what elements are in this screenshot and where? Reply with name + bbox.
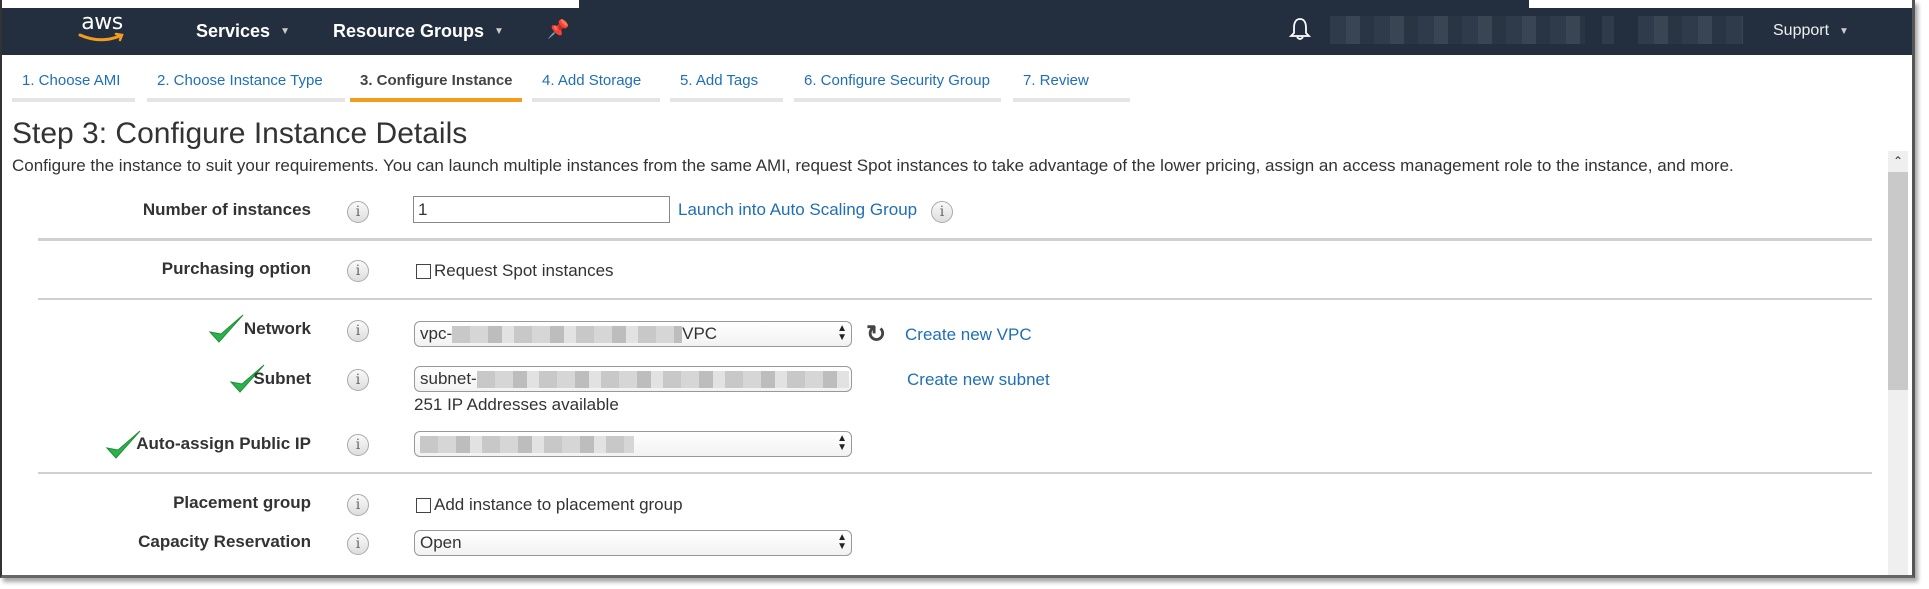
info-icon[interactable]: i bbox=[347, 320, 369, 342]
tab-review[interactable]: 7. Review bbox=[1013, 72, 1130, 102]
bell-icon[interactable] bbox=[1288, 16, 1312, 47]
info-icon[interactable]: i bbox=[347, 260, 369, 282]
info-icon[interactable]: i bbox=[347, 201, 369, 223]
placement-group-checkbox-label: Add instance to placement group bbox=[434, 495, 683, 514]
redacted-account bbox=[1330, 16, 1585, 44]
info-icon[interactable]: i bbox=[347, 369, 369, 391]
network-value-prefix: vpc- bbox=[420, 324, 453, 343]
support-menu[interactable]: Support ▼ bbox=[1773, 22, 1849, 40]
checkmark-icon bbox=[208, 314, 244, 343]
services-menu[interactable]: Services ▼ bbox=[196, 21, 290, 42]
request-spot-checkbox-row[interactable]: Request Spot instances bbox=[416, 261, 614, 281]
refresh-icon[interactable]: ↻ bbox=[866, 320, 886, 349]
capacity-reservation-label: Capacity Reservation bbox=[138, 532, 311, 551]
placement-group-checkbox[interactable] bbox=[416, 497, 431, 513]
auto-assign-public-ip-label: Auto-assign Public IP bbox=[136, 434, 311, 453]
tab-add-tags[interactable]: 5. Add Tags bbox=[670, 72, 783, 102]
placement-group-label: Placement group bbox=[173, 493, 311, 512]
tab-choose-ami[interactable]: 1. Choose AMI bbox=[12, 72, 135, 102]
scroll-up-icon[interactable]: ⌃ bbox=[1888, 151, 1908, 172]
chevron-down-icon: ▼ bbox=[494, 26, 504, 37]
auto-assign-public-ip-select[interactable]: ▲ ▼ bbox=[414, 431, 852, 457]
info-icon[interactable]: i bbox=[347, 533, 369, 555]
resource-groups-menu[interactable]: Resource Groups ▼ bbox=[333, 21, 504, 42]
redacted-sep bbox=[1602, 16, 1614, 44]
redacted-value bbox=[420, 436, 634, 454]
create-new-subnet-link[interactable]: Create new subnet bbox=[907, 370, 1050, 390]
redacted-subnet-id bbox=[476, 371, 849, 389]
network-select[interactable]: vpc- VPC ▲ ▼ bbox=[414, 321, 852, 347]
page-description: Configure the instance to suit your requ… bbox=[12, 156, 1734, 175]
resource-groups-label: Resource Groups bbox=[333, 21, 485, 41]
launch-auto-scaling-link[interactable]: Launch into Auto Scaling Group bbox=[678, 200, 917, 220]
top-nav-bar: aws Services ▼ Resource Groups ▼ 📌 Suppo… bbox=[2, 8, 1912, 55]
divider bbox=[38, 472, 1872, 474]
select-arrows-icon: ▲ ▼ bbox=[837, 532, 847, 552]
tab-configure-instance[interactable]: 3. Configure Instance bbox=[350, 72, 522, 102]
number-of-instances-input[interactable]: 1 bbox=[413, 196, 670, 223]
tab-configure-security-group[interactable]: 6. Configure Security Group bbox=[794, 72, 1001, 102]
info-icon[interactable]: i bbox=[347, 494, 369, 516]
placement-group-checkbox-row[interactable]: Add instance to placement group bbox=[416, 495, 683, 515]
purchasing-option-label: Purchasing option bbox=[161, 259, 311, 278]
subnet-label: Subnet bbox=[253, 369, 311, 388]
select-arrows-icon: ▲ ▼ bbox=[837, 433, 847, 453]
ip-addresses-available: 251 IP Addresses available bbox=[414, 395, 619, 414]
subnet-select[interactable]: subnet- bbox=[414, 366, 852, 392]
divider bbox=[38, 298, 1872, 300]
select-arrows-icon: ▲ ▼ bbox=[837, 323, 847, 343]
caret-down-icon: ▼ bbox=[1839, 25, 1849, 37]
vertical-scrollbar[interactable]: ⌃ bbox=[1888, 151, 1908, 575]
info-icon[interactable]: i bbox=[347, 434, 369, 456]
request-spot-label: Request Spot instances bbox=[434, 261, 614, 280]
network-value-suffix: VPC bbox=[682, 324, 718, 343]
network-label: Network bbox=[243, 319, 311, 338]
smile-icon bbox=[78, 32, 124, 42]
create-new-vpc-link[interactable]: Create new VPC bbox=[905, 325, 1032, 345]
tab-add-storage[interactable]: 4. Add Storage bbox=[532, 72, 660, 102]
capacity-reservation-select[interactable]: Open ▲ ▼ bbox=[414, 530, 852, 556]
services-label: Services bbox=[196, 21, 271, 41]
redacted-region bbox=[1638, 16, 1743, 44]
tab-choose-instance-type[interactable]: 2. Choose Instance Type bbox=[147, 72, 345, 102]
browser-frame: aws Services ▼ Resource Groups ▼ 📌 Suppo… bbox=[0, 0, 1915, 578]
divider bbox=[38, 238, 1872, 241]
subnet-value-prefix: subnet- bbox=[420, 369, 477, 388]
support-label: Support bbox=[1773, 22, 1830, 39]
chevron-down-icon: ▼ bbox=[280, 26, 290, 37]
pin-icon[interactable]: 📌 bbox=[547, 19, 569, 40]
aws-logo[interactable]: aws bbox=[76, 10, 128, 48]
scrollbar-thumb[interactable] bbox=[1888, 172, 1908, 390]
capacity-reservation-value: Open bbox=[420, 533, 462, 552]
info-icon[interactable]: i bbox=[931, 201, 953, 223]
request-spot-checkbox[interactable] bbox=[416, 263, 431, 279]
redacted-vpc-id bbox=[452, 326, 683, 344]
page-title: Step 3: Configure Instance Details bbox=[12, 117, 468, 150]
number-of-instances-label: Number of instances bbox=[142, 200, 311, 219]
